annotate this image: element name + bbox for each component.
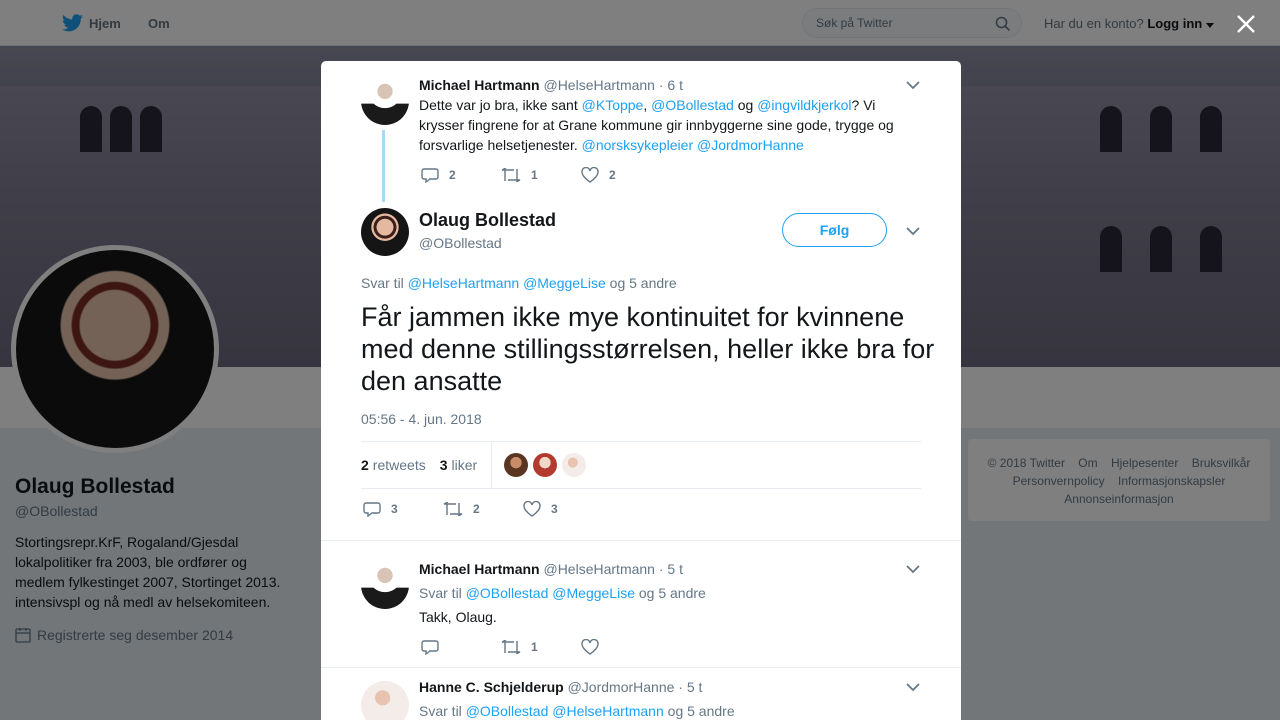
retweet-count: 2: [473, 502, 480, 516]
liker-avatar[interactable]: [504, 453, 529, 477]
main-author-handle[interactable]: @OBollestad: [419, 235, 502, 251]
avatar[interactable]: [361, 77, 409, 125]
tweet-time[interactable]: · 6 t: [659, 77, 683, 93]
main-author-name[interactable]: Olaug Bollestad: [419, 210, 556, 231]
mention-link[interactable]: @ingvildkjerkol: [757, 97, 851, 113]
tweet-header: Hanne C. Schjelderup @JordmorHanne · 5 t: [419, 679, 702, 695]
reply-button[interactable]: [421, 639, 501, 655]
tweet-header: Michael Hartmann @HelseHartmann · 5 t: [419, 561, 683, 577]
liker-avatar[interactable]: [533, 453, 558, 477]
mention-link[interactable]: @HelseHartmann: [552, 703, 663, 719]
chevron-down-icon[interactable]: [906, 682, 920, 692]
tweet-permalink-modal: Michael Hartmann @HelseHartmann · 6 t De…: [321, 61, 961, 720]
heart-icon: [581, 167, 599, 183]
retweet-icon: [501, 640, 521, 654]
like-button[interactable]: 3: [523, 501, 603, 517]
tweet-stats: 2 retweets 3 liker: [361, 441, 921, 489]
thread-line: [382, 130, 385, 202]
reply-button[interactable]: 3: [363, 501, 443, 517]
text-part: og: [733, 97, 758, 113]
reply-count: 2: [449, 168, 456, 182]
retweet-icon: [443, 502, 463, 516]
tweet-timestamp[interactable]: 05:56 - 4. jun. 2018: [361, 411, 482, 427]
mention-link[interactable]: @OBollestad: [466, 703, 549, 719]
heart-icon: [581, 639, 599, 655]
avatar[interactable]: [361, 561, 409, 609]
avatar[interactable]: [361, 208, 409, 256]
retweet-button[interactable]: 1: [501, 168, 581, 182]
reply-icon: [421, 168, 439, 183]
retweet-stat-label: retweets: [372, 457, 426, 473]
reply-context: Svar til @OBollestad @MeggeLise og 5 and…: [419, 585, 706, 601]
reply-icon: [421, 640, 439, 655]
mention-link[interactable]: @HelseHartmann: [408, 275, 519, 291]
like-button[interactable]: [581, 639, 661, 655]
retweet-icon: [501, 168, 521, 182]
tweet-actions: 1: [421, 639, 661, 655]
reply-count: 3: [391, 502, 398, 516]
liker-avatar[interactable]: [562, 453, 587, 477]
author-handle[interactable]: @HelseHartmann: [543, 561, 654, 577]
stats-divider: [491, 442, 493, 488]
tweet-text: Dette var jo bra, ikke sant @KToppe, @OB…: [419, 95, 919, 155]
retweet-button[interactable]: 2: [443, 502, 523, 516]
author-handle[interactable]: @JordmorHanne: [568, 679, 675, 695]
retweet-button[interactable]: 1: [501, 640, 581, 654]
author-name[interactable]: Michael Hartmann: [419, 561, 540, 577]
avatar[interactable]: [361, 681, 409, 720]
reply-context: Svar til @HelseHartmann @MeggeLise og 5 …: [361, 275, 677, 291]
close-icon[interactable]: [1234, 12, 1258, 36]
retweet-stat[interactable]: 2 retweets: [361, 457, 426, 473]
like-count: 2: [609, 168, 616, 182]
text-part: Dette var jo bra, ikke sant: [419, 97, 582, 113]
reply-suffix[interactable]: og 5 andre: [664, 703, 735, 719]
text-part: ,: [643, 97, 652, 113]
tweet-time[interactable]: · 5 t: [678, 679, 702, 695]
chevron-down-icon[interactable]: [906, 226, 920, 236]
main-tweet-text: Får jammen ikke mye kontinuitet for kvin…: [361, 302, 935, 396]
mention-link[interactable]: @JordmorHanne: [697, 137, 804, 153]
reply-suffix[interactable]: og 5 andre: [606, 275, 677, 291]
tweet-text: Takk, Olaug.: [419, 609, 497, 625]
follow-button[interactable]: Følg: [782, 213, 887, 247]
reply-prefix: Svar til: [361, 275, 408, 291]
author-name[interactable]: Michael Hartmann: [419, 77, 540, 93]
retweet-count: 1: [531, 640, 538, 654]
reply-prefix: Svar til: [419, 585, 466, 601]
mention-link[interactable]: @KToppe: [582, 97, 644, 113]
tweet-header: Michael Hartmann @HelseHartmann · 6 t: [419, 77, 683, 93]
heart-icon: [523, 501, 541, 517]
chevron-down-icon[interactable]: [906, 564, 920, 574]
tweet-actions: 2 1 2: [421, 167, 661, 183]
reply-prefix: Svar til: [419, 703, 466, 719]
like-count: 3: [551, 502, 558, 516]
retweet-count: 1: [531, 168, 538, 182]
divider: [321, 540, 961, 541]
mention-link[interactable]: @OBollestad: [651, 97, 734, 113]
like-stat-label: liker: [451, 457, 478, 473]
like-stat-count: 3: [439, 457, 448, 473]
reply-suffix[interactable]: og 5 andre: [635, 585, 706, 601]
mention-link[interactable]: @MeggeLise: [552, 585, 635, 601]
mention-link[interactable]: @OBollestad: [466, 585, 549, 601]
tweet-time[interactable]: · 5 t: [659, 561, 683, 577]
mention-link[interactable]: @norsksykepleier: [582, 137, 693, 153]
reply-context: Svar til @OBollestad @HelseHartmann og 5…: [419, 703, 735, 719]
chevron-down-icon[interactable]: [906, 80, 920, 90]
like-stat[interactable]: 3 liker: [440, 457, 477, 473]
reply-icon: [363, 502, 381, 517]
reply-button[interactable]: 2: [421, 167, 501, 183]
divider: [321, 667, 961, 668]
author-handle[interactable]: @HelseHartmann: [543, 77, 654, 93]
tweet-actions: 3 2 3: [363, 501, 603, 517]
like-button[interactable]: 2: [581, 167, 661, 183]
author-name[interactable]: Hanne C. Schjelderup: [419, 679, 564, 695]
retweet-stat-count: 2: [361, 457, 369, 473]
mention-link[interactable]: @MeggeLise: [523, 275, 606, 291]
